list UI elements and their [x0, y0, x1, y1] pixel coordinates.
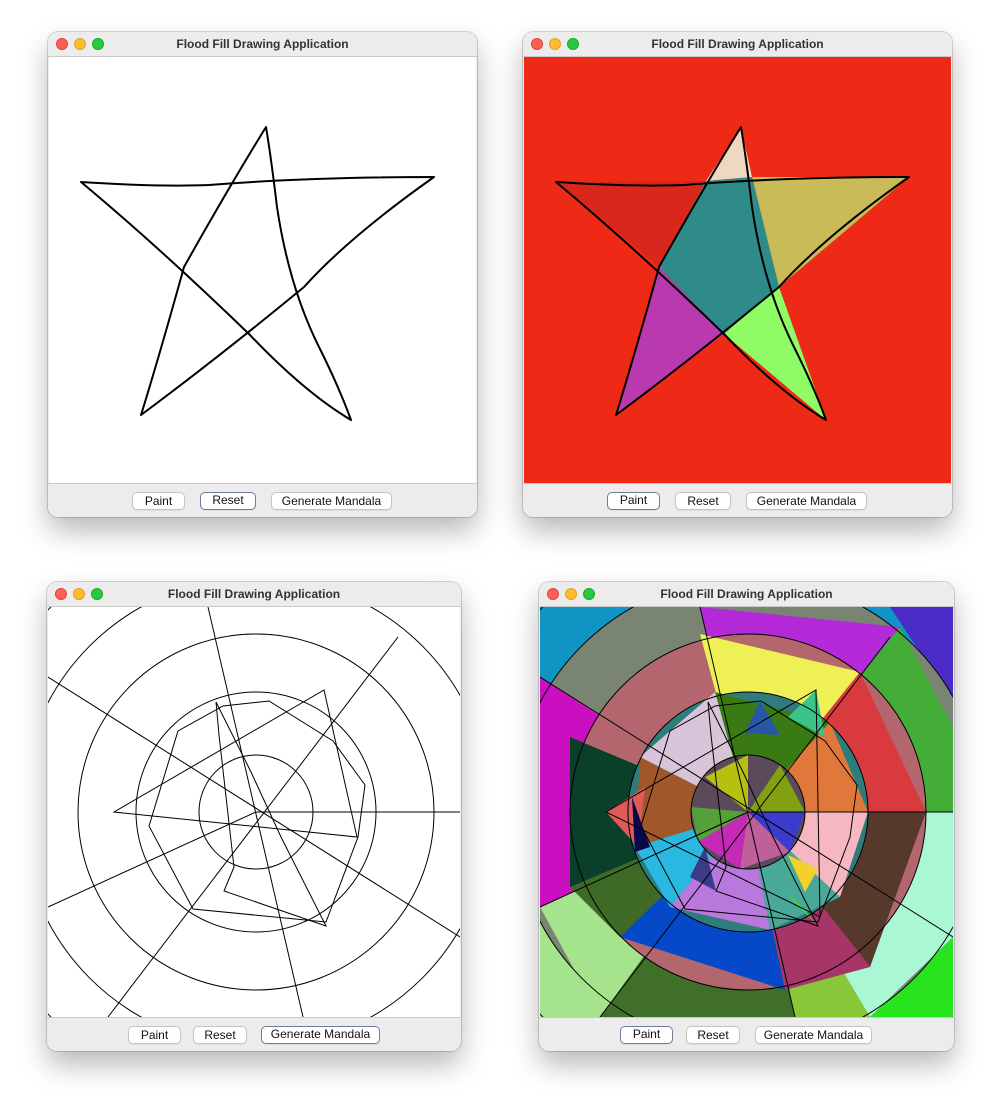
generate-mandala-button[interactable]: Generate Mandala	[746, 492, 867, 510]
paint-button[interactable]: Paint	[607, 492, 660, 510]
button-bar: Paint Reset Generate Mandala	[539, 1017, 954, 1051]
mandala-lines	[48, 607, 460, 1017]
paint-button[interactable]: Paint	[128, 1026, 181, 1044]
reset-button[interactable]: Reset	[200, 492, 256, 510]
title-bar[interactable]: Flood Fill Drawing Application	[539, 582, 954, 607]
paint-button[interactable]: Paint	[620, 1026, 673, 1044]
window-title: Flood Fill Drawing Application	[167, 587, 341, 601]
reset-button[interactable]: Reset	[193, 1026, 247, 1044]
button-bar: Paint Reset Generate Mandala	[523, 483, 952, 517]
generate-mandala-button[interactable]: Generate Mandala	[755, 1026, 872, 1044]
reset-button[interactable]: Reset	[675, 492, 731, 510]
app-window-star-outline: Flood Fill Drawing Application Paint Res…	[48, 32, 477, 517]
title-bar[interactable]: Flood Fill Drawing Application	[523, 32, 952, 57]
title-bar[interactable]: Flood Fill Drawing Application	[48, 32, 477, 57]
button-bar: Paint Reset Generate Mandala	[48, 483, 477, 517]
star-stroke	[80, 126, 435, 421]
paint-button[interactable]: Paint	[132, 492, 185, 510]
drawing-canvas[interactable]	[49, 57, 476, 483]
drawing-canvas[interactable]	[524, 57, 951, 483]
title-bar[interactable]: Flood Fill Drawing Application	[47, 582, 461, 607]
app-window-star-painted: Flood Fill Drawing Application Paint Res…	[523, 32, 952, 517]
window-title: Flood Fill Drawing Application	[651, 37, 824, 51]
reset-button[interactable]: Reset	[686, 1026, 740, 1044]
app-window-mandala-painted: Flood Fill Drawing Application Paint Res…	[539, 582, 954, 1051]
app-window-mandala-outline: Flood Fill Drawing Application Paint Res…	[47, 582, 461, 1051]
drawing-canvas[interactable]	[540, 607, 953, 1017]
window-title: Flood Fill Drawing Application	[660, 587, 833, 601]
button-bar: Paint Reset Generate Mandala	[47, 1017, 461, 1051]
generate-mandala-button[interactable]: Generate Mandala	[261, 1026, 380, 1044]
drawing-canvas[interactable]	[48, 607, 460, 1017]
generate-mandala-button[interactable]: Generate Mandala	[271, 492, 392, 510]
window-title: Flood Fill Drawing Application	[176, 37, 349, 51]
